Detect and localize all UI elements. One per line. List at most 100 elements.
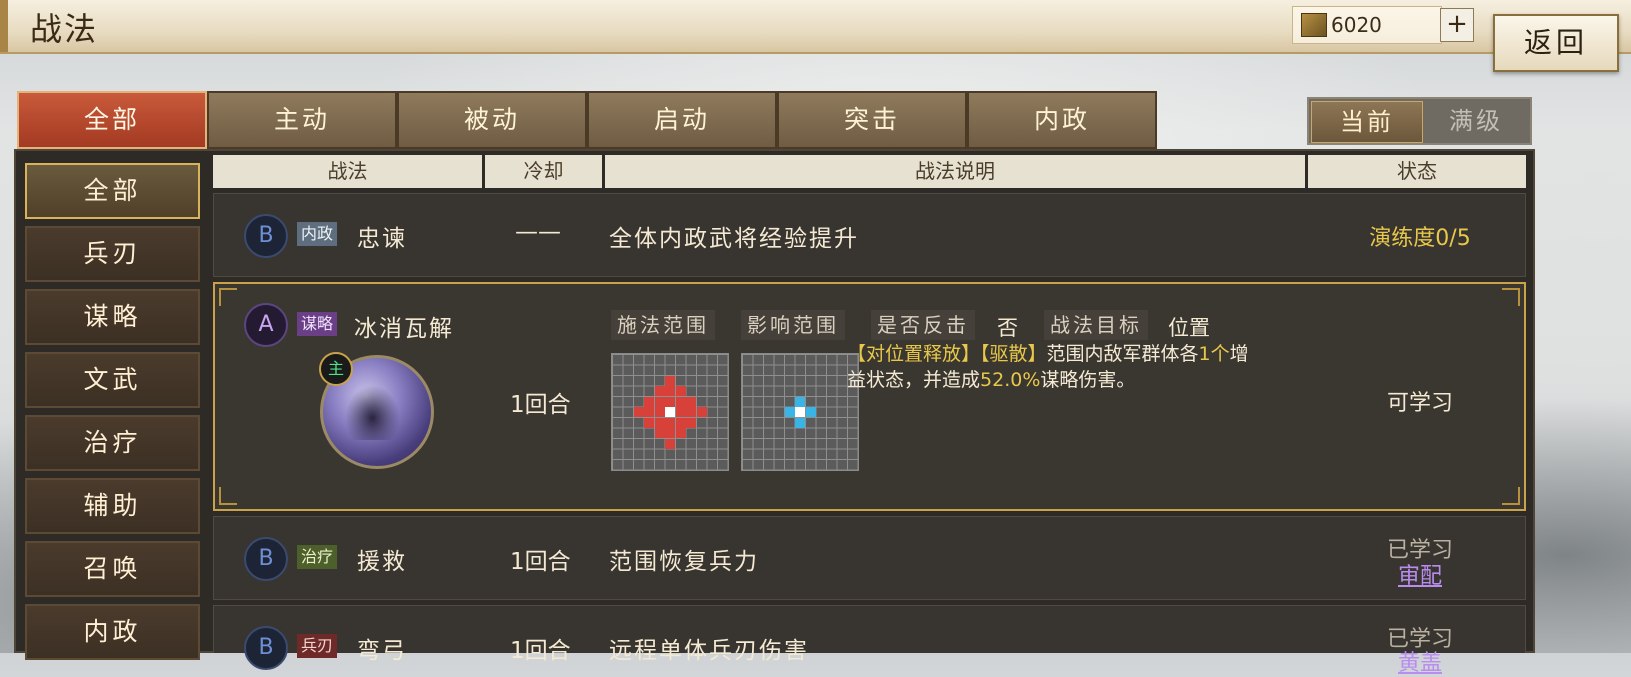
table-row[interactable] bbox=[213, 193, 1526, 277]
main-general-badge: 主 bbox=[319, 352, 353, 386]
range-cell bbox=[795, 417, 805, 428]
range-cell bbox=[654, 428, 665, 438]
range-cell bbox=[665, 417, 675, 428]
range-cell bbox=[675, 396, 686, 407]
range-cell bbox=[784, 407, 795, 417]
range-cell bbox=[675, 407, 686, 417]
detail-number: 1个 bbox=[1198, 343, 1230, 365]
range-cell bbox=[675, 386, 686, 396]
range-cell bbox=[665, 428, 675, 438]
range-cell bbox=[805, 407, 816, 417]
detail-number: 52.0% bbox=[980, 369, 1041, 391]
cooldown-value: 1回合 bbox=[510, 549, 571, 575]
range-cell bbox=[686, 396, 696, 407]
cooldown-value: —— bbox=[515, 219, 561, 245]
corner-ornament bbox=[1502, 487, 1520, 505]
back-button[interactable]: 返回 bbox=[1493, 14, 1619, 72]
detail-keyword: 【对位置释放】 bbox=[847, 343, 981, 365]
title-bar: 战法 6020 + bbox=[0, 0, 1631, 54]
counter-label: 是否反击 bbox=[871, 310, 975, 340]
corner-ornament bbox=[219, 487, 237, 505]
tab-internal[interactable]: 内政 bbox=[967, 91, 1157, 149]
general-link[interactable]: 审配 bbox=[1340, 558, 1500, 590]
tab-assault[interactable]: 突击 bbox=[777, 91, 967, 149]
sidebar-item-all[interactable]: 全部 bbox=[25, 163, 200, 219]
range-cell bbox=[665, 438, 675, 449]
level-toggle: 当前 满级 bbox=[1307, 97, 1532, 145]
range-cell bbox=[686, 417, 696, 428]
cast-range-grid bbox=[611, 353, 729, 471]
range-cell bbox=[665, 407, 675, 417]
tab-all[interactable]: 全部 bbox=[17, 91, 207, 149]
column-header-status: 状态 bbox=[1308, 155, 1526, 188]
range-cell bbox=[633, 407, 644, 417]
type-tag: 兵刃 bbox=[297, 634, 338, 658]
range-cell bbox=[665, 396, 675, 407]
tab-trigger[interactable]: 启动 bbox=[587, 91, 777, 149]
tab-passive[interactable]: 被动 bbox=[397, 91, 587, 149]
skill-name: 弯弓 bbox=[357, 638, 407, 664]
grade-badge: A bbox=[244, 303, 288, 347]
currency-value: 6020 bbox=[1331, 13, 1382, 37]
column-header-description: 战法说明 bbox=[605, 155, 1305, 188]
status-text: 演练度0/5 bbox=[1369, 226, 1471, 251]
toggle-max-level[interactable]: 满级 bbox=[1423, 101, 1529, 141]
range-cell bbox=[654, 417, 665, 428]
sidebar-item-weapon[interactable]: 兵刃 bbox=[25, 226, 200, 282]
toggle-current[interactable]: 当前 bbox=[1311, 101, 1423, 143]
grade-badge: B bbox=[244, 214, 288, 258]
range-cell bbox=[644, 396, 654, 407]
sidebar-item-hybrid[interactable]: 文武 bbox=[25, 352, 200, 408]
range-cell bbox=[644, 417, 654, 428]
range-cell bbox=[665, 386, 675, 396]
skill-name: 援救 bbox=[357, 549, 407, 575]
type-tag: 内政 bbox=[297, 222, 338, 246]
page-title: 战法 bbox=[30, 10, 99, 48]
grade-badge: B bbox=[244, 537, 288, 581]
column-header-cooldown: 冷却 bbox=[485, 155, 602, 188]
table-row[interactable] bbox=[213, 516, 1526, 600]
status-text[interactable]: 可学习 bbox=[1340, 385, 1500, 417]
grade-badge: B bbox=[244, 626, 288, 670]
range-cell bbox=[686, 407, 696, 417]
corner-ornament bbox=[219, 288, 237, 306]
range-cell bbox=[654, 396, 665, 407]
range-cell bbox=[675, 428, 686, 438]
add-currency-button[interactable]: + bbox=[1440, 8, 1474, 42]
target-label: 战法目标 bbox=[1044, 310, 1148, 340]
effect-range-grid bbox=[741, 353, 859, 471]
general-link[interactable]: 黄盖 bbox=[1340, 645, 1500, 677]
table-row[interactable] bbox=[213, 605, 1526, 653]
cooldown-value: 1回合 bbox=[510, 638, 571, 664]
detail-keyword: 【驱散】 bbox=[980, 343, 1047, 365]
range-cell bbox=[654, 386, 665, 396]
range-cell bbox=[665, 375, 675, 386]
range-cell bbox=[795, 407, 805, 417]
cooldown-value: 1回合 bbox=[510, 392, 571, 418]
range-cell bbox=[654, 407, 665, 417]
skill-detail-text: 【对位置释放】【驱散】范围内敌军群体各1个增益状态，并造成52.0%谋略伤害。 bbox=[847, 341, 1267, 393]
range-cell bbox=[644, 407, 654, 417]
range-cell bbox=[795, 396, 805, 407]
skill-description: 全体内政武将经验提升 bbox=[609, 226, 859, 252]
counter-value: 否 bbox=[997, 316, 1018, 340]
sidebar-item-summon[interactable]: 召唤 bbox=[25, 541, 200, 597]
sidebar-item-internal[interactable]: 内政 bbox=[25, 604, 200, 660]
target-value: 位置 bbox=[1168, 316, 1210, 340]
skill-name: 忠谏 bbox=[357, 226, 407, 252]
detail-text: 范围内敌军群体各 bbox=[1046, 343, 1199, 365]
title-ornament bbox=[0, 0, 8, 52]
type-tag: 谋略 bbox=[297, 312, 338, 336]
range-cell bbox=[675, 417, 686, 428]
tab-active[interactable]: 主动 bbox=[207, 91, 397, 149]
sidebar-item-heal[interactable]: 治疗 bbox=[25, 415, 200, 471]
sidebar-item-strategy[interactable]: 谋略 bbox=[25, 289, 200, 345]
general-silhouette bbox=[345, 385, 400, 440]
effect-range-label: 影响范围 bbox=[741, 310, 845, 340]
skill-name: 冰消瓦解 bbox=[354, 316, 454, 342]
skill-description: 范围恢复兵力 bbox=[609, 549, 759, 575]
corner-ornament bbox=[1502, 288, 1520, 306]
skill-description: 远程单体兵刃伤害 bbox=[609, 638, 809, 664]
sidebar-item-support[interactable]: 辅助 bbox=[25, 478, 200, 534]
cast-range-label: 施法范围 bbox=[611, 310, 715, 340]
